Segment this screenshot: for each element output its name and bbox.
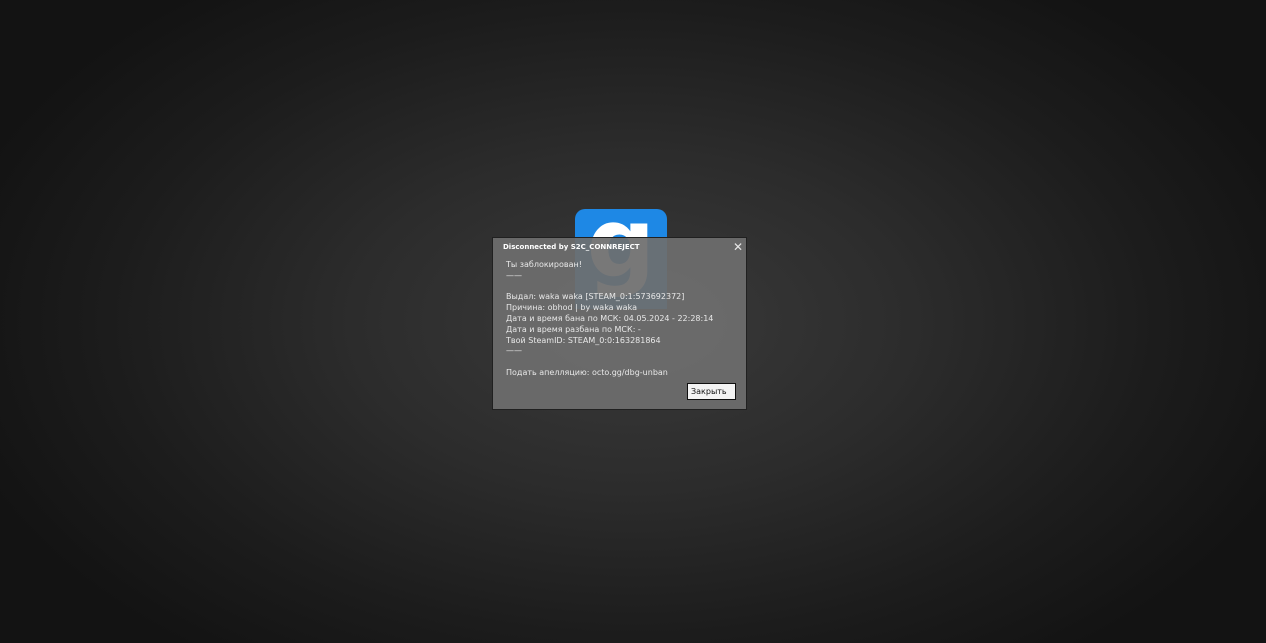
dialog-line — [506, 357, 713, 368]
close-button[interactable]: Закрыть — [687, 383, 736, 400]
dialog-line: Твой SteamID: STEAM_0:0:163281864 — [506, 335, 661, 345]
close-icon[interactable]: ✕ — [731, 240, 745, 254]
dialog-line: Подать апелляцию: octo.gg/dbg-unban — [506, 367, 668, 377]
disconnect-dialog: Disconnected by S2C_CONNREJECT ✕ Ты забл… — [492, 237, 747, 410]
dialog-line: Ты заблокирован! — [506, 260, 582, 269]
dialog-line: —— — [506, 346, 522, 356]
game-background: { "logo": { "glyph": "g", "color": "#1e8… — [0, 0, 1266, 643]
dialog-title: Disconnected by S2C_CONNREJECT — [503, 243, 640, 251]
dialog-line: —— — [506, 270, 522, 280]
dialog-line: Дата и время бана по МСК: 04.05.2024 - 2… — [506, 313, 714, 323]
dialog-line — [506, 282, 713, 293]
dialog-line: Выдал: waka waka [STEAM_0:1:573692372] — [506, 292, 685, 302]
dialog-line: Дата и время разбана по МСК: - — [506, 324, 641, 334]
dialog-line: Причина: obhod | by waka waka — [506, 303, 637, 313]
dialog-message: Ты заблокирован! —— Выдал: waka waka [STE… — [506, 260, 713, 379]
